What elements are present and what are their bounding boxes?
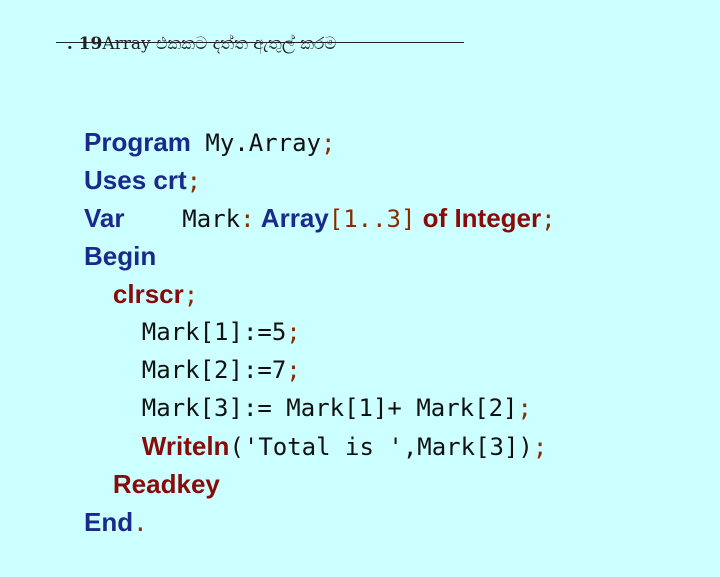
title-underline <box>56 42 464 43</box>
code-line-assign-2: Mark[2]:=7; <box>58 316 301 384</box>
slide-title-text: Array එකකට දත්ත ඇතුල් කරම <box>102 34 337 54</box>
code-line-end: End. <box>58 468 148 537</box>
code-line-uses: Uses crt; <box>58 126 201 195</box>
code-line-var: Var Mark: Array[1..3] of Integer; <box>58 164 556 233</box>
code-line-begin: Begin <box>58 202 156 271</box>
writeln-args: ('Total is ',Mark[3]) <box>229 433 533 461</box>
code-line-readkey: Readkey <box>58 430 220 499</box>
code-line-clrscr: clrscr; <box>58 240 198 309</box>
semicolon: ; <box>541 205 556 233</box>
array-range: [1..3] <box>328 205 416 233</box>
code-line-program: Program My.Array; <box>58 88 335 157</box>
period: . <box>133 509 148 537</box>
colon: : <box>240 205 255 233</box>
slide-title: . 19Array එකකට දත්ත ඇතුල් කරම <box>56 14 464 74</box>
semicolon: ; <box>320 129 336 157</box>
code-line-writeln: Writeln('Total is ',Mark[3]); <box>58 392 548 461</box>
slide-title-number: . 19 <box>66 34 103 54</box>
semicolon: ; <box>532 433 548 461</box>
keyword-of-integer: of Integer <box>415 203 542 233</box>
code-line-assign-1: Mark[1]:=5; <box>58 278 301 346</box>
program-name: My.Array <box>190 129 321 157</box>
keyword-array: Array <box>254 203 329 233</box>
code-line-assign-3: Mark[3]:= Mark[1]+ Mark[2]; <box>58 354 532 422</box>
keyword-end: End <box>84 507 134 537</box>
